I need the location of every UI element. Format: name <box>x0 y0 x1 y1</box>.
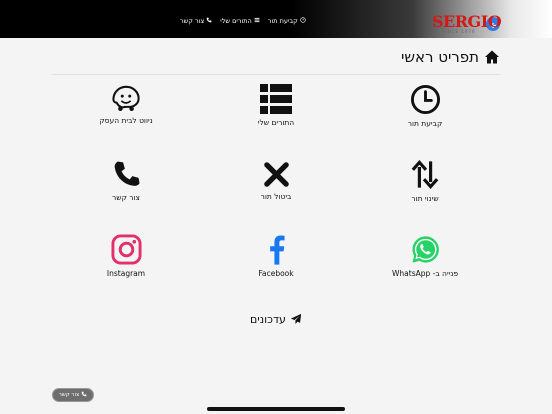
nav-label: התורים שלי <box>220 17 252 25</box>
tile-change-appointment[interactable]: שינוי תור <box>365 159 485 203</box>
tile-label: פנייה ב- WhatsApp <box>391 269 459 278</box>
x-icon <box>263 161 290 188</box>
tile-label: ניווט לבית העסק <box>99 116 153 125</box>
nav-my-appointments[interactable]: התורים שלי <box>220 17 260 25</box>
tile-instagram[interactable]: Instagram <box>66 234 186 278</box>
tile-my-appointments[interactable]: התורים שלי <box>216 84 336 127</box>
updates-label: עדכונים <box>250 313 286 326</box>
list-icon <box>260 84 292 114</box>
top-nav: קביעת תור התורים שלי צור קשר <box>180 17 306 25</box>
page-title: תפריט ראשי <box>400 48 479 66</box>
tile-book-appointment[interactable]: קביעת תור <box>365 84 485 128</box>
top-bar: קביעת תור התורים שלי צור קשר SERGIO SINC… <box>0 0 552 38</box>
tile-navigate[interactable]: ניווט לבית העסק <box>66 84 186 125</box>
tile-label: שינוי תור <box>411 194 439 203</box>
nav-label: צור קשר <box>180 17 205 25</box>
facebook-icon <box>268 234 285 265</box>
clock-icon <box>300 17 306 25</box>
logo-subtitle: SINCE 1976 <box>442 29 476 34</box>
tile-label: Facebook <box>258 269 294 278</box>
tile-label: צור קשר <box>112 193 140 202</box>
tile-label: Instagram <box>106 269 146 278</box>
floating-contact-label: צור קשר <box>58 392 80 398</box>
tile-contact[interactable]: צור קשר <box>66 160 186 202</box>
tile-label: התורים שלי <box>257 118 295 127</box>
tile-whatsapp[interactable]: פנייה ב- WhatsApp <box>365 234 485 278</box>
phone-icon <box>81 391 87 399</box>
brand-logo[interactable]: SERGIO SINCE 1976 <box>432 12 502 34</box>
header-divider <box>52 74 500 75</box>
swap-arrows-icon <box>411 159 439 190</box>
waze-icon <box>111 84 141 112</box>
nav-book-appointment[interactable]: קביעת תור <box>268 17 306 25</box>
phone-icon <box>112 160 141 189</box>
phone-icon <box>206 17 212 25</box>
tile-label: קביעת תור <box>407 119 443 128</box>
page-header: תפריט ראשי <box>401 48 500 66</box>
whatsapp-icon <box>410 234 441 265</box>
instagram-icon <box>110 234 142 265</box>
tile-cancel-appointment[interactable]: ביטול תור <box>216 161 336 201</box>
home-icon <box>484 49 500 65</box>
nav-label: קביעת תור <box>267 17 298 25</box>
home-indicator <box>207 407 345 411</box>
updates-link[interactable]: עדכונים <box>250 310 302 329</box>
paper-plane-icon <box>290 310 302 329</box>
clock-icon <box>410 84 441 115</box>
tile-label: ביטול תור <box>260 192 292 201</box>
nav-contact[interactable]: צור קשר <box>180 17 212 25</box>
tile-facebook[interactable]: Facebook <box>216 234 336 278</box>
floating-contact-button[interactable]: צור קשר <box>52 388 94 402</box>
list-icon <box>254 17 260 25</box>
